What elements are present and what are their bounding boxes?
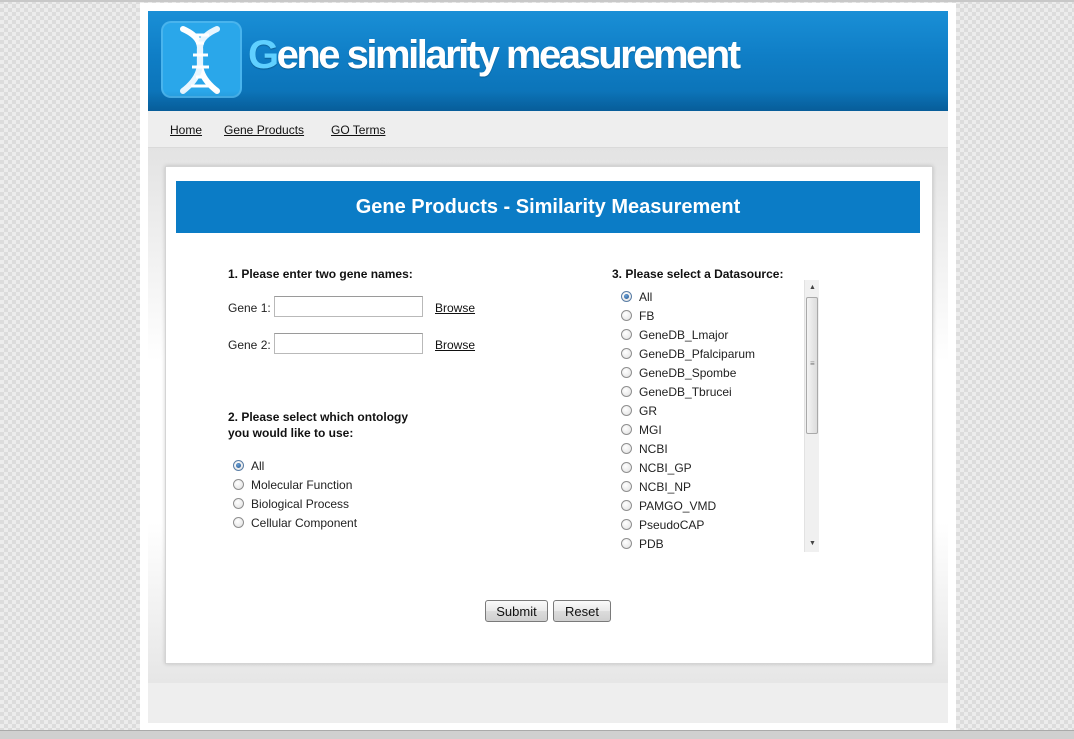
datasource-option-genedb-pfalciparum[interactable]: GeneDB_Pfalciparum [621, 344, 755, 363]
datasource-option-all[interactable]: All [621, 287, 652, 306]
datasource-option-label: PseudoCAP [639, 517, 705, 532]
radio-button[interactable] [621, 481, 632, 492]
radio-button[interactable] [233, 517, 244, 528]
ontology-heading-line2: you would like to use: [228, 426, 354, 440]
ontology-option-molecular-function[interactable]: Molecular Function [233, 475, 352, 494]
grip-icon: ≡ [810, 359, 815, 368]
datasource-option-ncbi-gp[interactable]: NCBI_GP [621, 458, 692, 477]
footer [148, 683, 948, 723]
ontology-option-cellular-component[interactable]: Cellular Component [233, 513, 357, 532]
gene2-input[interactable] [274, 333, 423, 354]
datasource-option-fb[interactable]: FB [621, 306, 654, 325]
radio-button[interactable] [621, 405, 632, 416]
datasource-option-label: MGI [639, 422, 662, 437]
page-container: Gene similarity measurement Home Gene Pr… [140, 3, 956, 730]
nav-link-go-terms[interactable]: GO Terms [331, 123, 385, 137]
gene2-browse-link[interactable]: Browse [435, 338, 475, 352]
datasource-option-label: PAMGO_VMD [639, 498, 717, 513]
datasource-option-label: GeneDB_Spombe [639, 365, 737, 380]
radio-button[interactable] [621, 386, 632, 397]
datasource-option-label: NCBI_NP [639, 479, 692, 494]
radio-button[interactable] [621, 367, 632, 378]
datasource-option-genedb-lmajor[interactable]: GeneDB_Lmajor [621, 325, 728, 344]
radio-button[interactable] [621, 500, 632, 511]
datasource-option-label: GeneDB_Lmajor [639, 327, 729, 342]
datasource-option-label: PDB [639, 536, 664, 551]
datasource-option-genedb-tbrucei[interactable]: GeneDB_Tbrucei [621, 382, 732, 401]
scroll-up-arrow-icon[interactable]: ▲ [805, 280, 820, 296]
ontology-option-label: Molecular Function [251, 477, 353, 492]
datasource-option-gr[interactable]: GR [621, 401, 657, 420]
site-title-initial: G [248, 33, 279, 77]
radio-button-checked[interactable] [233, 460, 244, 471]
datasource-heading: 3. Please select a Datasource: [612, 267, 784, 281]
form-title: Gene Products - Similarity Measurement [176, 181, 920, 233]
gene1-browse-link[interactable]: Browse [435, 301, 475, 315]
submit-button[interactable]: Submit [485, 600, 548, 622]
gene1-label: Gene 1: [228, 301, 271, 315]
reset-button[interactable]: Reset [553, 600, 611, 622]
ontology-option-label: All [251, 458, 265, 473]
gene-names-heading: 1. Please enter two gene names: [228, 267, 413, 281]
gene1-input[interactable] [274, 296, 423, 317]
radio-button[interactable] [621, 348, 632, 359]
radio-button[interactable] [233, 498, 244, 509]
window-top-rule [0, 0, 1074, 2]
radio-button[interactable] [621, 310, 632, 321]
nav-link-home[interactable]: Home [170, 123, 202, 137]
ontology-option-label: Cellular Component [251, 515, 358, 530]
ontology-option-label: Biological Process [251, 496, 350, 511]
dna-helix-icon [161, 21, 242, 98]
ontology-option-all[interactable]: All [233, 456, 264, 475]
site-header: Gene similarity measurement [148, 11, 948, 111]
radio-button[interactable] [621, 443, 632, 454]
radio-button[interactable] [621, 519, 632, 530]
datasource-option-label: NCBI_GP [639, 460, 692, 475]
site-title-rest: ene similarity measurement [276, 33, 741, 77]
radio-button[interactable] [621, 538, 632, 549]
radio-button[interactable] [233, 479, 244, 490]
ontology-heading-line1: 2. Please select which ontology [228, 410, 409, 424]
radio-button[interactable] [621, 329, 632, 340]
main-nav: Home Gene Products GO Terms [148, 111, 948, 148]
ontology-heading: 2. Please select which ontology you woul… [228, 409, 408, 441]
radio-button-checked[interactable] [621, 291, 632, 302]
datasource-option-pamgo-vmd[interactable]: PAMGO_VMD [621, 496, 716, 515]
site-title: Gene similarity measurement [248, 33, 741, 78]
datasource-option-label: GeneDB_Tbrucei [639, 384, 732, 399]
scroll-down-arrow-icon[interactable]: ▼ [805, 536, 820, 552]
datasource-option-label: GeneDB_Pfalciparum [639, 346, 756, 361]
datasource-option-genedb-spombe[interactable]: GeneDB_Spombe [621, 363, 736, 382]
ontology-option-biological-process[interactable]: Biological Process [233, 494, 349, 513]
datasource-scrollbar[interactable]: ▲ ≡ ▼ [804, 280, 819, 552]
datasource-option-label: GR [639, 403, 657, 418]
datasource-option-pdb[interactable]: PDB [621, 534, 664, 553]
datasource-option-pseudocap[interactable]: PseudoCAP [621, 515, 704, 534]
datasource-option-ncbi[interactable]: NCBI [621, 439, 668, 458]
datasource-option-label: All [639, 289, 653, 304]
gene2-label: Gene 2: [228, 338, 271, 352]
radio-button[interactable] [621, 424, 632, 435]
radio-button[interactable] [621, 462, 632, 473]
scrollbar-thumb[interactable]: ≡ [806, 297, 818, 434]
datasource-option-mgi[interactable]: MGI [621, 420, 662, 439]
datasource-option-label: NCBI [639, 441, 668, 456]
datasource-option-ncbi-np[interactable]: NCBI_NP [621, 477, 691, 496]
datasource-option-label: FB [639, 308, 655, 323]
nav-link-gene-products[interactable]: Gene Products [224, 123, 304, 137]
